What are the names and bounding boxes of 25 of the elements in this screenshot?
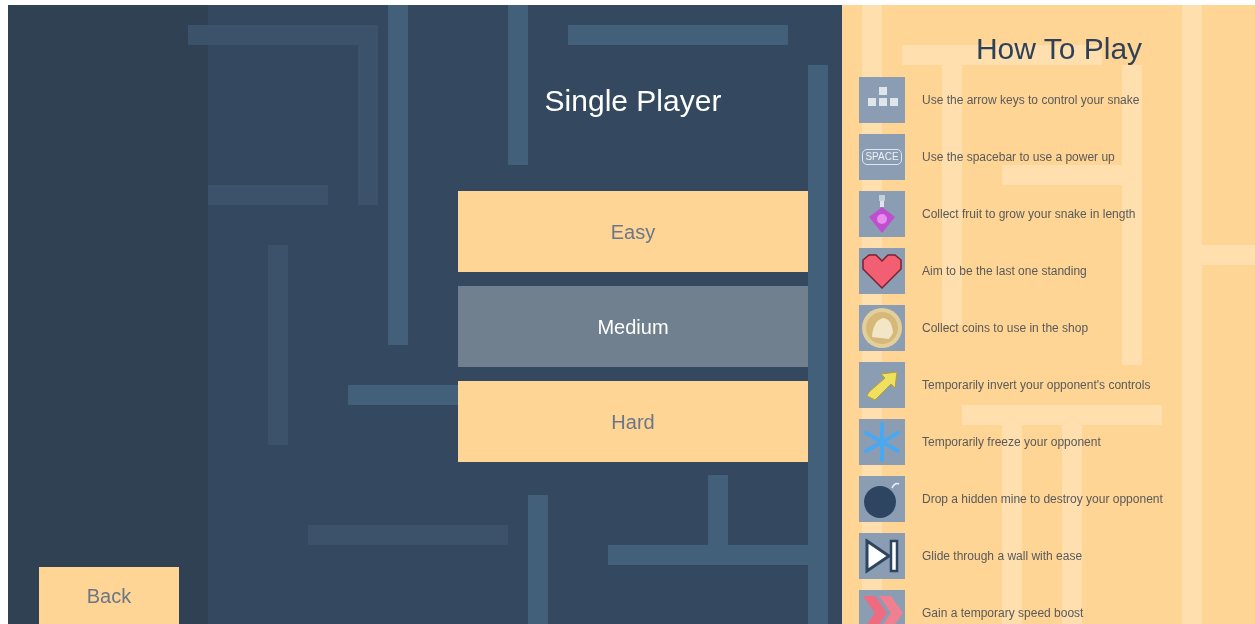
instruction-text: Drop a hidden mine to destroy your opponent: [922, 490, 1164, 508]
difficulty-button[interactable]: Easy: [458, 191, 808, 272]
screen-title: Single Player: [543, 83, 723, 119]
how-to-play-title: How To Play: [974, 31, 1144, 67]
spacebar-icon: SPACE: [859, 134, 905, 180]
potion-icon: [859, 191, 905, 237]
coin-icon: [859, 305, 905, 351]
instruction-text: Temporarily invert your opponent's controls: [922, 376, 1152, 394]
snowflake-icon: [859, 419, 905, 465]
instruction-text: Use the arrow keys to control your snake: [922, 91, 1141, 109]
back-button[interactable]: Back: [39, 567, 179, 624]
swap-arrows-icon: [859, 362, 905, 408]
instruction-text: Glide through a wall with ease: [922, 547, 1084, 565]
instruction-text: Collect fruit to grow your snake in length: [922, 205, 1137, 223]
instruction-text: Gain a temporary speed boost: [922, 604, 1085, 622]
skip-icon: [859, 533, 905, 579]
instruction-text: Collect coins to use in the shop: [922, 319, 1090, 337]
instruction-text: Aim to be the last one standing: [922, 262, 1088, 280]
difficulty-button[interactable]: Hard: [458, 381, 808, 462]
double-chevron-icon: [859, 590, 905, 624]
difficulty-button[interactable]: Medium: [458, 286, 808, 367]
bomb-icon: [859, 476, 905, 522]
instruction-text: Temporarily freeze your opponent: [922, 433, 1102, 451]
arrow-keys-icon: [859, 77, 905, 123]
instruction-text: Use the spacebar to use a power up: [922, 148, 1116, 166]
